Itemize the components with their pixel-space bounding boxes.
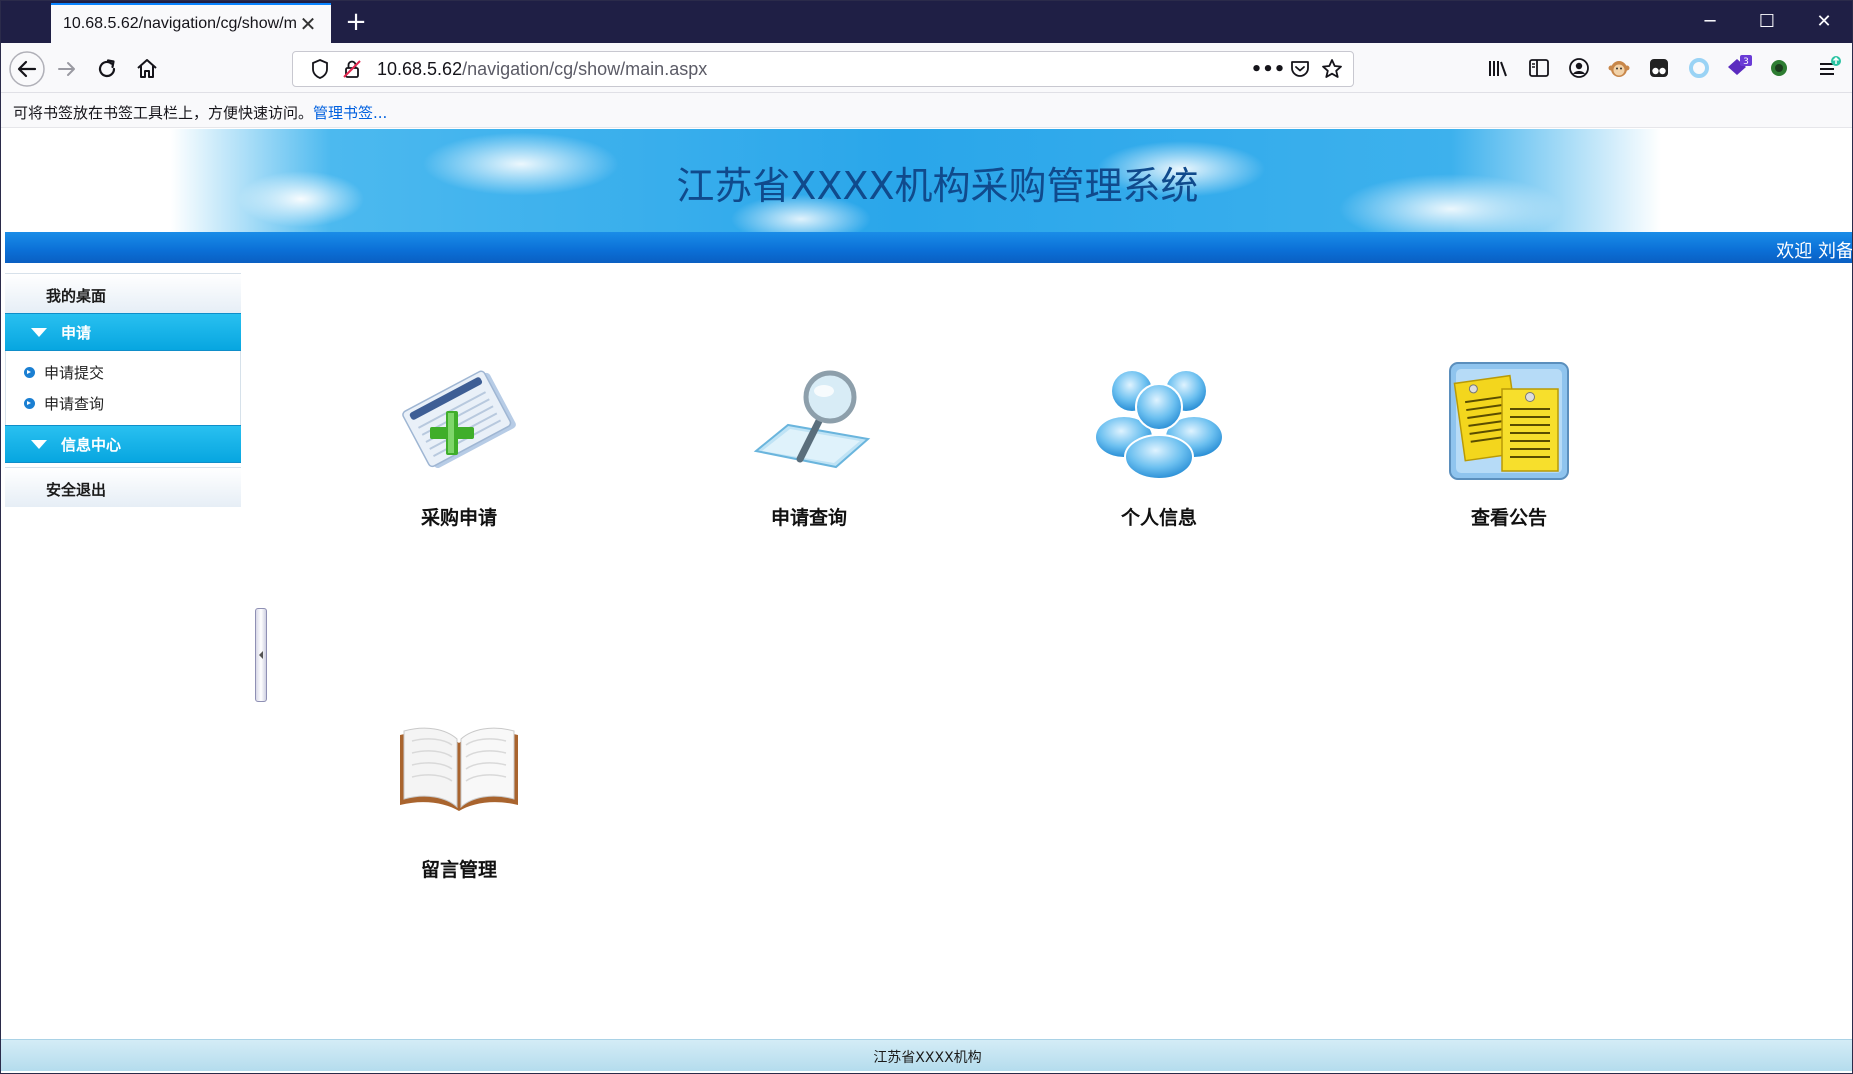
welcome-text: 欢迎 刘备 bbox=[1776, 241, 1853, 262]
tile-label: 留言管理 bbox=[420, 859, 497, 881]
browser-window: 10.68.5.62/navigation/cg/show/m ✕ + ─ ☐ … bbox=[0, 0, 1853, 1074]
tile-personal-info[interactable]: 个人信息 bbox=[1049, 361, 1269, 530]
url-path: /navigation/cg/show/main.aspx bbox=[462, 58, 708, 79]
tile-view-announcement[interactable]: 查看公告 bbox=[1399, 361, 1619, 530]
sidebar-item-desktop[interactable]: 我的桌面 bbox=[5, 273, 241, 313]
sidebar-item-label: 申请查询 bbox=[44, 395, 105, 413]
tile-purchase-apply[interactable]: 采购申请 bbox=[349, 361, 569, 530]
sidebar-collapse-handle[interactable] bbox=[255, 608, 267, 702]
apply-submenu: 申请提交 申请查询 bbox=[5, 351, 241, 425]
active-tab[interactable]: 10.68.5.62/navigation/cg/show/m ✕ bbox=[51, 3, 331, 43]
back-button[interactable] bbox=[7, 49, 47, 89]
green-extension-icon[interactable] bbox=[1764, 53, 1794, 83]
sidebar-group-label: 申请 bbox=[61, 323, 92, 342]
system-title: 江苏省XXXX机构采购管理系统 bbox=[676, 164, 1199, 208]
account-icon[interactable] bbox=[1564, 53, 1594, 83]
page-actions-icon[interactable]: ••• bbox=[1251, 56, 1286, 82]
tab-strip: 10.68.5.62/navigation/cg/show/m ✕ + ─ ☐ … bbox=[1, 1, 1852, 43]
sidebar-item-apply-query[interactable]: 申请查询 bbox=[6, 388, 240, 419]
sidebar-group-apply[interactable]: 申请 bbox=[5, 313, 241, 351]
magnifier-icon bbox=[744, 361, 874, 481]
forward-arrow-icon bbox=[58, 62, 75, 76]
library-icon[interactable] bbox=[1484, 53, 1514, 83]
bookmarks-toolbar: 可将书签放在书签工具栏上，方便快速访问。管理书签... bbox=[1, 93, 1852, 128]
menu-icon[interactable] bbox=[1814, 53, 1844, 83]
address-bar[interactable]: 10.68.5.62/navigation/cg/show/main.aspx … bbox=[292, 51, 1354, 87]
header-banner: 江苏省XXXX机构采购管理系统 bbox=[1, 129, 1852, 232]
bullet-arrow-icon bbox=[24, 398, 35, 409]
pocket-icon[interactable] bbox=[1287, 56, 1313, 82]
sidebar-item-apply-submit[interactable]: 申请提交 bbox=[6, 357, 240, 388]
reload-button[interactable] bbox=[87, 49, 127, 89]
notes-icon bbox=[1444, 361, 1574, 481]
footer-text: 江苏省XXXX机构 bbox=[873, 1050, 982, 1066]
insecure-lock-icon[interactable] bbox=[339, 56, 365, 82]
book-icon bbox=[394, 713, 524, 833]
monkey-extension-icon[interactable] bbox=[1604, 53, 1634, 83]
users-icon bbox=[1094, 361, 1224, 481]
sidebar-group-label: 信息中心 bbox=[61, 435, 122, 454]
notification-extension-icon[interactable]: 3 bbox=[1724, 53, 1754, 83]
tile-message-management[interactable]: 留言管理 bbox=[349, 713, 569, 882]
bullet-arrow-icon bbox=[24, 367, 35, 378]
new-tab-button[interactable]: + bbox=[339, 5, 373, 39]
url-text[interactable]: 10.68.5.62/navigation/cg/show/main.aspx bbox=[377, 59, 1249, 80]
sidebar-toggle-icon[interactable] bbox=[1524, 53, 1554, 83]
expand-triangle-icon bbox=[31, 327, 47, 337]
sidebar-group-info-center[interactable]: 信息中心 bbox=[5, 425, 241, 463]
nav-toolbar: 10.68.5.62/navigation/cg/show/main.aspx … bbox=[1, 43, 1852, 93]
tile-label: 申请查询 bbox=[770, 507, 847, 529]
maximize-icon[interactable]: ☐ bbox=[1739, 1, 1795, 43]
extension-badge: 3 bbox=[1743, 57, 1749, 67]
reload-icon bbox=[98, 59, 116, 78]
manage-bookmarks-link[interactable]: 管理书签... bbox=[313, 104, 387, 122]
tile-label: 查看公告 bbox=[1470, 507, 1547, 529]
sidebar-item-label: 申请提交 bbox=[44, 364, 105, 382]
tampermonkey-icon[interactable] bbox=[1644, 53, 1674, 83]
minimize-icon[interactable]: ─ bbox=[1682, 1, 1738, 43]
tile-label: 采购申请 bbox=[420, 507, 497, 529]
tile-apply-query[interactable]: 申请查询 bbox=[699, 361, 919, 530]
shield-icon[interactable] bbox=[307, 56, 333, 82]
home-icon bbox=[137, 59, 157, 78]
back-arrow-icon bbox=[9, 51, 45, 87]
sidebar-item-logout[interactable]: 安全退出 bbox=[5, 467, 241, 507]
tab-close-icon[interactable]: ✕ bbox=[297, 12, 319, 36]
collapse-arrow-icon bbox=[259, 651, 263, 659]
forward-button[interactable] bbox=[47, 49, 87, 89]
ring-extension-icon[interactable] bbox=[1684, 53, 1714, 83]
sidebar: 我的桌面 申请 申请提交 申请查询 信息中心 安全退出 bbox=[5, 273, 241, 507]
document-add-icon bbox=[394, 361, 524, 481]
welcome-bar: 欢迎 刘备 bbox=[5, 232, 1853, 263]
url-host: 10.68.5.62 bbox=[377, 58, 463, 79]
tab-title: 10.68.5.62/navigation/cg/show/m bbox=[63, 15, 297, 32]
home-button[interactable] bbox=[127, 49, 167, 89]
tile-label: 个人信息 bbox=[1120, 507, 1197, 529]
bookmark-star-icon[interactable] bbox=[1319, 56, 1345, 82]
bookmark-hint-text: 可将书签放在书签工具栏上，方便快速访问。 bbox=[13, 104, 314, 122]
close-icon[interactable]: ✕ bbox=[1796, 1, 1852, 43]
web-page: 江苏省XXXX机构采购管理系统 欢迎 刘备 我的桌面 申请 申请提交 申请查询 bbox=[1, 129, 1853, 1073]
page-footer: 江苏省XXXX机构 bbox=[1, 1039, 1852, 1071]
expand-triangle-icon bbox=[31, 439, 47, 449]
